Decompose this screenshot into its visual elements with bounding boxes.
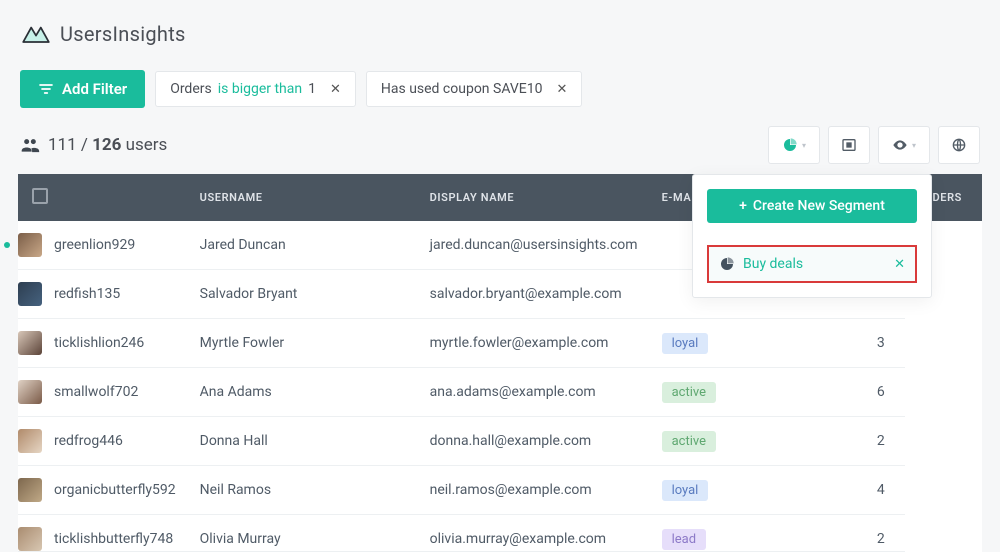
- chip-operator: is bigger than: [218, 81, 302, 97]
- tag-lead: lead: [662, 529, 706, 550]
- create-segment-button[interactable]: + Create New Segment: [707, 189, 917, 223]
- pie-chart-icon: [782, 137, 798, 153]
- cell-display: Jared Duncan: [188, 221, 418, 270]
- avatar: [18, 478, 42, 502]
- export-button[interactable]: [938, 126, 980, 164]
- chip-suffix: 1: [308, 81, 316, 97]
- header-username[interactable]: USERNAME: [188, 174, 418, 221]
- chevron-down-icon: ▾: [802, 141, 806, 150]
- cell-email: ana.adams@example.com: [418, 368, 650, 417]
- cell-username: greenlion929: [18, 221, 188, 270]
- eye-icon: [892, 137, 908, 153]
- segment-item-buy-deals[interactable]: Buy deals ✕: [707, 245, 917, 283]
- table-row[interactable]: ticklishlion246 Myrtle Fowler myrtle.fow…: [18, 319, 982, 368]
- cell-username: smallwolf702: [18, 368, 188, 417]
- count-filtered: 111: [48, 135, 77, 155]
- count-sep: /: [77, 135, 92, 155]
- logo-icon: [20, 18, 52, 50]
- cell-email: donna.hall@example.com: [418, 417, 650, 466]
- filter-chip-orders[interactable]: Orders is bigger than 1 ✕: [155, 71, 356, 107]
- add-filter-button[interactable]: Add Filter: [20, 70, 145, 108]
- table-row[interactable]: organicbutterfly592 Neil Ramos neil.ramo…: [18, 466, 982, 515]
- close-icon[interactable]: ✕: [330, 82, 341, 97]
- checkbox-icon: [32, 188, 48, 204]
- brand-logo: UsersInsights: [0, 0, 1000, 60]
- cell-username: organicbutterfly592: [18, 466, 188, 515]
- cell-email: neil.ramos@example.com: [418, 466, 650, 515]
- cell-username: redfish135: [18, 270, 188, 319]
- globe-icon: [951, 137, 967, 153]
- toolbar-row: 111 / 126 users ▾ ▾: [0, 126, 1000, 174]
- user-count: 111 / 126 users: [20, 135, 167, 155]
- people-icon: [20, 135, 40, 155]
- select-all-header[interactable]: [18, 174, 188, 221]
- cell-orders: 2: [785, 417, 905, 466]
- plus-icon: +: [739, 198, 747, 214]
- close-icon[interactable]: ✕: [556, 82, 567, 97]
- cell-email: myrtle.fowler@example.com: [418, 319, 650, 368]
- chip-prefix: Has used coupon SAVE10: [381, 81, 543, 97]
- table-row[interactable]: redfrog446 Donna Hall donna.hall@example…: [18, 417, 982, 466]
- segment-item-label: Buy deals: [743, 256, 803, 272]
- tag-loyal: loyal: [662, 333, 709, 354]
- tag-loyal: loyal: [662, 480, 709, 501]
- cell-email: olivia.murray@example.com: [418, 515, 650, 552]
- chevron-down-icon: ▾: [912, 141, 916, 150]
- online-indicator-icon: [4, 242, 10, 248]
- cell-orders: 2: [785, 515, 905, 552]
- cell-group: active: [650, 417, 785, 466]
- avatar: [18, 527, 42, 551]
- table-row[interactable]: smallwolf702 Ana Adams ana.adams@example…: [18, 368, 982, 417]
- cell-group: lead: [650, 515, 785, 552]
- cell-email: salvador.bryant@example.com: [418, 270, 650, 319]
- cell-display: Salvador Bryant: [188, 270, 418, 319]
- avatar: [18, 233, 42, 257]
- cell-username: ticklishbutterfly748: [18, 515, 188, 552]
- avatar: [18, 429, 42, 453]
- add-filter-label: Add Filter: [62, 80, 127, 98]
- pie-chart-icon: [719, 256, 735, 272]
- cell-display: Myrtle Fowler: [188, 319, 418, 368]
- create-segment-label: Create New Segment: [753, 198, 885, 214]
- cell-username: redfrog446: [18, 417, 188, 466]
- tag-active: active: [662, 431, 716, 452]
- count-unit: users: [121, 135, 167, 155]
- cell-email: jared.duncan@usersinsights.com: [418, 221, 650, 270]
- cell-username: ticklishlion246: [18, 319, 188, 368]
- columns-button[interactable]: [828, 126, 870, 164]
- cell-display: Donna Hall: [188, 417, 418, 466]
- cell-display: Neil Ramos: [188, 466, 418, 515]
- layout-icon: [841, 137, 857, 153]
- filter-icon: [38, 81, 54, 97]
- close-icon[interactable]: ✕: [894, 257, 905, 272]
- visibility-button[interactable]: ▾: [878, 126, 930, 164]
- users-table-wrap: + Create New Segment Buy deals ✕ USERNAM…: [0, 174, 1000, 552]
- filter-bar: Add Filter Orders is bigger than 1 ✕ Has…: [0, 60, 1000, 126]
- toolbar-buttons: ▾ ▾: [768, 126, 980, 164]
- tag-active: active: [662, 382, 716, 403]
- logo-text: UsersInsights: [60, 22, 186, 46]
- cell-group: loyal: [650, 466, 785, 515]
- avatar: [18, 282, 42, 306]
- cell-group: active: [650, 368, 785, 417]
- cell-orders: 3: [785, 319, 905, 368]
- avatar: [18, 331, 42, 355]
- filter-chip-coupon[interactable]: Has used coupon SAVE10 ✕: [366, 71, 582, 107]
- cell-orders: 4: [785, 466, 905, 515]
- header-display-name[interactable]: DISPLAY NAME: [418, 174, 650, 221]
- chip-prefix: Orders: [170, 81, 212, 97]
- cell-display: Ana Adams: [188, 368, 418, 417]
- cell-display: Olivia Murray: [188, 515, 418, 552]
- cell-group: loyal: [650, 319, 785, 368]
- segments-button[interactable]: ▾: [768, 126, 820, 164]
- table-row[interactable]: ticklishbutterfly748 Olivia Murray olivi…: [18, 515, 982, 552]
- cell-orders: 6: [785, 368, 905, 417]
- segments-dropdown: + Create New Segment Buy deals ✕: [692, 174, 932, 298]
- count-total: 126: [92, 135, 121, 155]
- avatar: [18, 380, 42, 404]
